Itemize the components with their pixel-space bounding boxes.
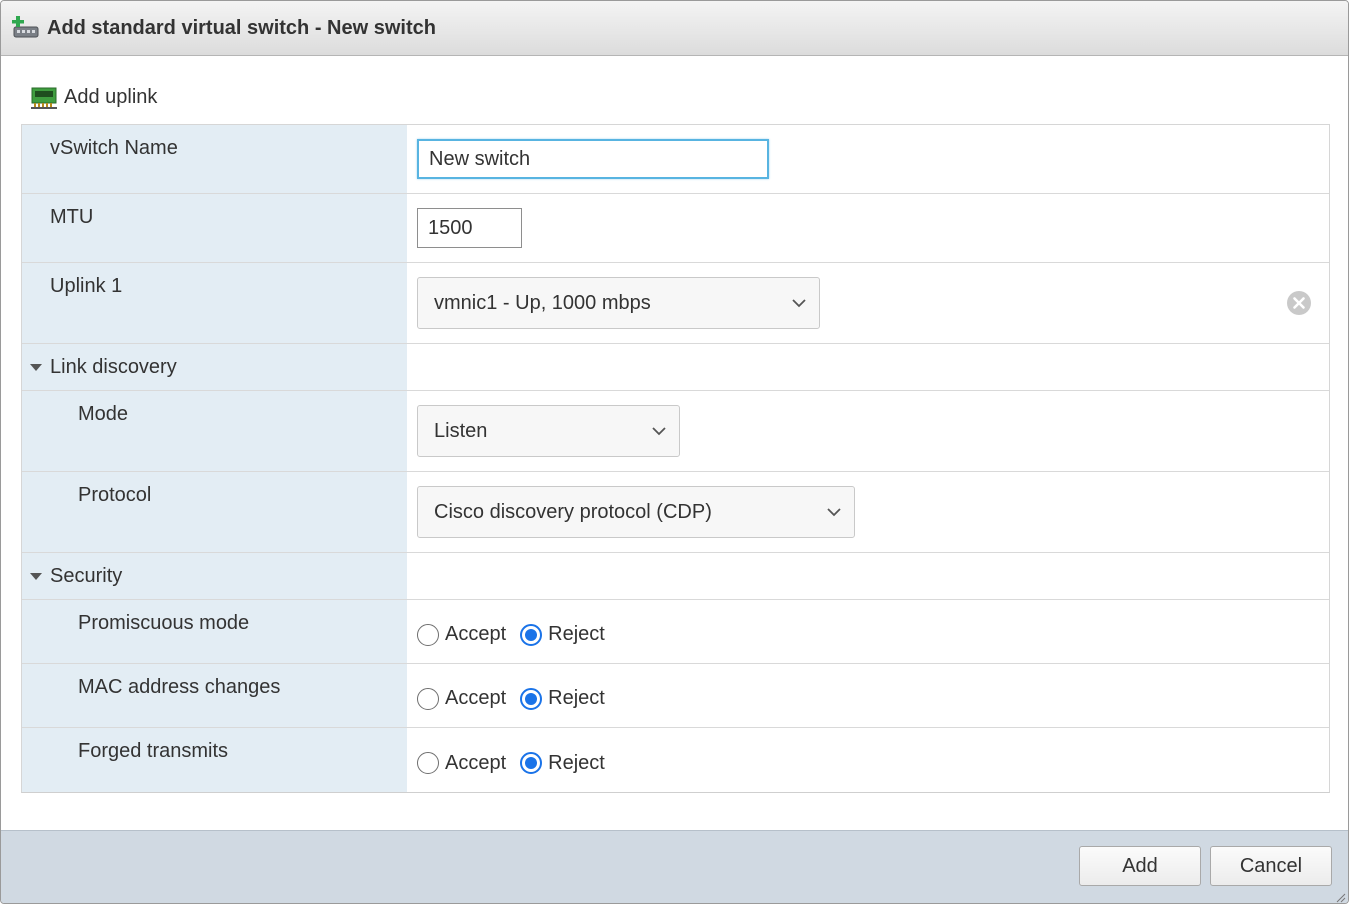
promiscuous-radio-group: Accept Reject xyxy=(417,617,619,646)
forged-radio-group: Accept Reject xyxy=(417,746,619,775)
vswitch-name-input[interactable] xyxy=(417,139,769,179)
link-discovery-toggle[interactable]: Link discovery xyxy=(22,344,407,390)
chevron-down-icon xyxy=(652,427,666,436)
uplink-1-value: vmnic1 - Up, 1000 mbps xyxy=(434,291,651,314)
security-label: Security xyxy=(50,564,123,587)
row-protocol: Protocol Cisco discovery protocol (CDP) xyxy=(22,472,1329,553)
mac-address-changes-label: MAC address changes xyxy=(22,664,407,727)
promiscuous-reject-radio[interactable]: Reject xyxy=(520,623,605,646)
cancel-button[interactable]: Cancel xyxy=(1210,846,1332,886)
chevron-down-icon xyxy=(827,508,841,517)
protocol-value: Cisco discovery protocol (CDP) xyxy=(434,500,712,523)
promiscuous-mode-label: Promiscuous mode xyxy=(22,600,407,663)
mode-label: Mode xyxy=(22,391,407,471)
mac-changes-accept-radio[interactable]: Accept xyxy=(417,687,506,710)
forged-reject-radio[interactable]: Reject xyxy=(520,752,605,775)
section-security: Security xyxy=(22,553,1329,600)
add-uplink-label: Add uplink xyxy=(64,85,158,108)
protocol-label: Protocol xyxy=(22,472,407,552)
add-vswitch-dialog: Add standard virtual switch - New switch… xyxy=(0,0,1349,904)
collapse-triangle-icon xyxy=(30,572,42,580)
mac-changes-radio-group: Accept Reject xyxy=(417,681,619,710)
remove-uplink-icon[interactable] xyxy=(1286,290,1312,316)
row-promiscuous-mode: Promiscuous mode Accept Reject xyxy=(22,600,1329,664)
nic-card-icon xyxy=(31,87,57,109)
radio-circle xyxy=(417,752,439,774)
dialog-footer: Add Cancel xyxy=(1,830,1348,903)
mac-changes-reject-radio[interactable]: Reject xyxy=(520,687,605,710)
section-link-discovery: Link discovery xyxy=(22,344,1329,391)
dialog-titlebar: Add standard virtual switch - New switch xyxy=(1,1,1348,56)
resize-grip-icon[interactable] xyxy=(1334,891,1346,903)
radio-circle-selected xyxy=(520,687,543,710)
chevron-down-icon xyxy=(792,299,806,308)
radio-circle-selected xyxy=(520,623,543,646)
add-uplink-button[interactable]: Add uplink xyxy=(30,81,157,113)
mode-value: Listen xyxy=(434,419,488,442)
row-uplink-1: Uplink 1 vmnic1 - Up, 1000 mbps xyxy=(22,263,1329,344)
dialog-title: Add standard virtual switch - New switch xyxy=(47,16,436,39)
forged-transmits-label: Forged transmits xyxy=(22,728,407,792)
add-button[interactable]: Add xyxy=(1079,846,1201,886)
row-mtu: MTU xyxy=(22,194,1329,263)
protocol-select[interactable]: Cisco discovery protocol (CDP) xyxy=(417,486,855,538)
radio-circle-selected xyxy=(520,752,543,774)
row-mac-address-changes: MAC address changes Accept Reject xyxy=(22,664,1329,728)
mode-select[interactable]: Listen xyxy=(417,405,680,457)
row-mode: Mode Listen xyxy=(22,391,1329,472)
vswitch-form: vSwitch Name MTU Uplink 1 vmnic1 - Up, 1… xyxy=(21,124,1330,793)
link-discovery-label: Link discovery xyxy=(50,355,177,378)
row-forged-transmits: Forged transmits Accept Reject xyxy=(22,728,1329,792)
mtu-input[interactable] xyxy=(417,208,522,248)
promiscuous-accept-radio[interactable]: Accept xyxy=(417,623,506,646)
uplink-1-label: Uplink 1 xyxy=(22,263,407,343)
radio-circle xyxy=(417,687,439,710)
collapse-triangle-icon xyxy=(30,363,42,371)
radio-circle xyxy=(417,623,439,646)
uplink-1-select[interactable]: vmnic1 - Up, 1000 mbps xyxy=(417,277,820,329)
mtu-label: MTU xyxy=(22,194,407,262)
vswitch-add-icon xyxy=(12,16,39,38)
forged-accept-radio[interactable]: Accept xyxy=(417,752,506,775)
row-vswitch-name: vSwitch Name xyxy=(22,125,1329,194)
vswitch-name-label: vSwitch Name xyxy=(22,125,407,193)
security-toggle[interactable]: Security xyxy=(22,553,407,599)
